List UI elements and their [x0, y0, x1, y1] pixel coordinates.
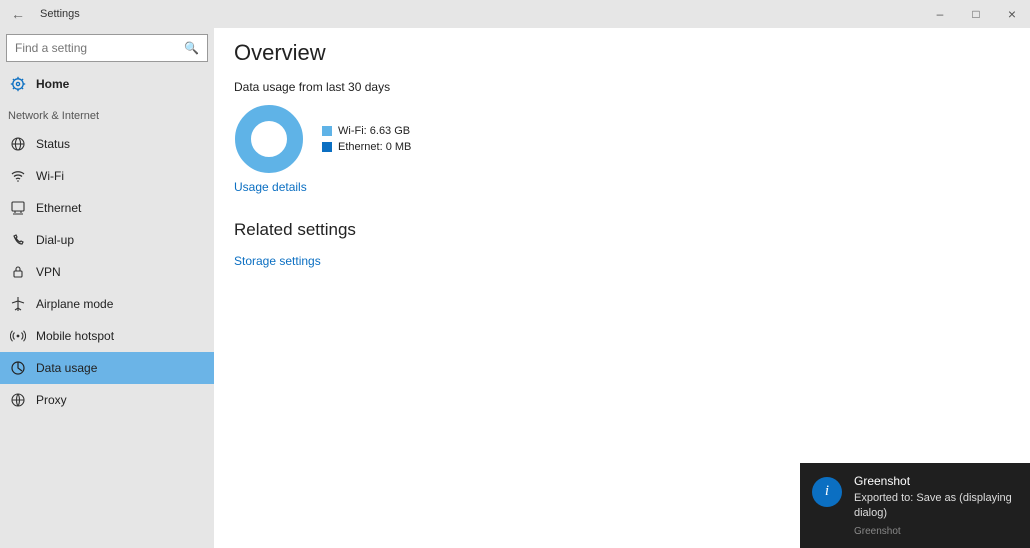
usage-details-link[interactable]: Usage details [234, 180, 307, 194]
sidebar-item-airplane[interactable]: Airplane mode [0, 288, 214, 320]
toast-title: Greenshot [854, 473, 1018, 489]
usage-desc: Data usage from last 30 days [234, 80, 1010, 94]
search-box[interactable]: 🔍 [6, 34, 208, 62]
legend-item-ethernet: Ethernet: 0 MB [322, 141, 411, 153]
related-heading: Related settings [234, 220, 1010, 240]
usage-donut-chart [234, 104, 304, 174]
nav-label: Proxy [36, 393, 67, 407]
nav-label: Mobile hotspot [36, 329, 114, 343]
ethernet-icon [10, 200, 26, 216]
sidebar-item-status[interactable]: Status [0, 128, 214, 160]
nav-label: Dial-up [36, 233, 74, 247]
toast-source: Greenshot [854, 525, 1018, 539]
hotspot-icon [10, 328, 26, 344]
search-icon: 🔍 [184, 41, 199, 55]
sidebar-item-wifi[interactable]: Wi-Fi [0, 160, 214, 192]
legend-swatch [322, 142, 332, 152]
datausage-icon [10, 360, 26, 376]
minimize-button[interactable]: – [922, 7, 958, 21]
info-icon: i [812, 477, 842, 507]
wifi-icon [10, 168, 26, 184]
nav-label: Status [36, 137, 70, 151]
close-button[interactable]: × [994, 6, 1030, 22]
sidebar-item-datausage[interactable]: Data usage [0, 352, 214, 384]
home-nav[interactable]: Home [0, 68, 214, 100]
notification-toast[interactable]: i Greenshot Exported to: Save as (displa… [800, 463, 1030, 548]
home-label: Home [36, 77, 69, 91]
legend-item-wifi: Wi-Fi: 6.63 GB [322, 125, 411, 137]
nav-label: VPN [36, 265, 61, 279]
sidebar: 🔍 Home Network & Internet Status Wi-Fi [0, 28, 214, 548]
legend-label: Ethernet: 0 MB [338, 141, 411, 153]
maximize-button[interactable]: □ [958, 7, 994, 21]
nav-label: Ethernet [36, 201, 81, 215]
storage-settings-link[interactable]: Storage settings [234, 254, 321, 268]
chart-legend: Wi-Fi: 6.63 GB Ethernet: 0 MB [322, 121, 411, 157]
nav-label: Wi-Fi [36, 169, 64, 183]
sidebar-item-hotspot[interactable]: Mobile hotspot [0, 320, 214, 352]
airplane-icon [10, 296, 26, 312]
sidebar-item-vpn[interactable]: VPN [0, 256, 214, 288]
dialup-icon [10, 232, 26, 248]
search-input[interactable] [15, 41, 184, 55]
category-header: Network & Internet [0, 100, 214, 128]
sidebar-item-ethernet[interactable]: Ethernet [0, 192, 214, 224]
status-icon [10, 136, 26, 152]
toast-body: Exported to: Save as (displaying dialog) [854, 491, 1018, 521]
proxy-icon [10, 392, 26, 408]
legend-swatch [322, 126, 332, 136]
page-heading: Overview [234, 40, 1010, 66]
back-button[interactable]: ← [0, 6, 36, 22]
gear-icon [10, 76, 26, 92]
nav-label: Data usage [36, 361, 97, 375]
titlebar: ← Settings – □ × [0, 0, 1030, 28]
vpn-icon [10, 264, 26, 280]
legend-label: Wi-Fi: 6.63 GB [338, 125, 410, 137]
sidebar-item-dialup[interactable]: Dial-up [0, 224, 214, 256]
window-title: Settings [40, 8, 80, 20]
sidebar-item-proxy[interactable]: Proxy [0, 384, 214, 416]
nav-label: Airplane mode [36, 297, 113, 311]
